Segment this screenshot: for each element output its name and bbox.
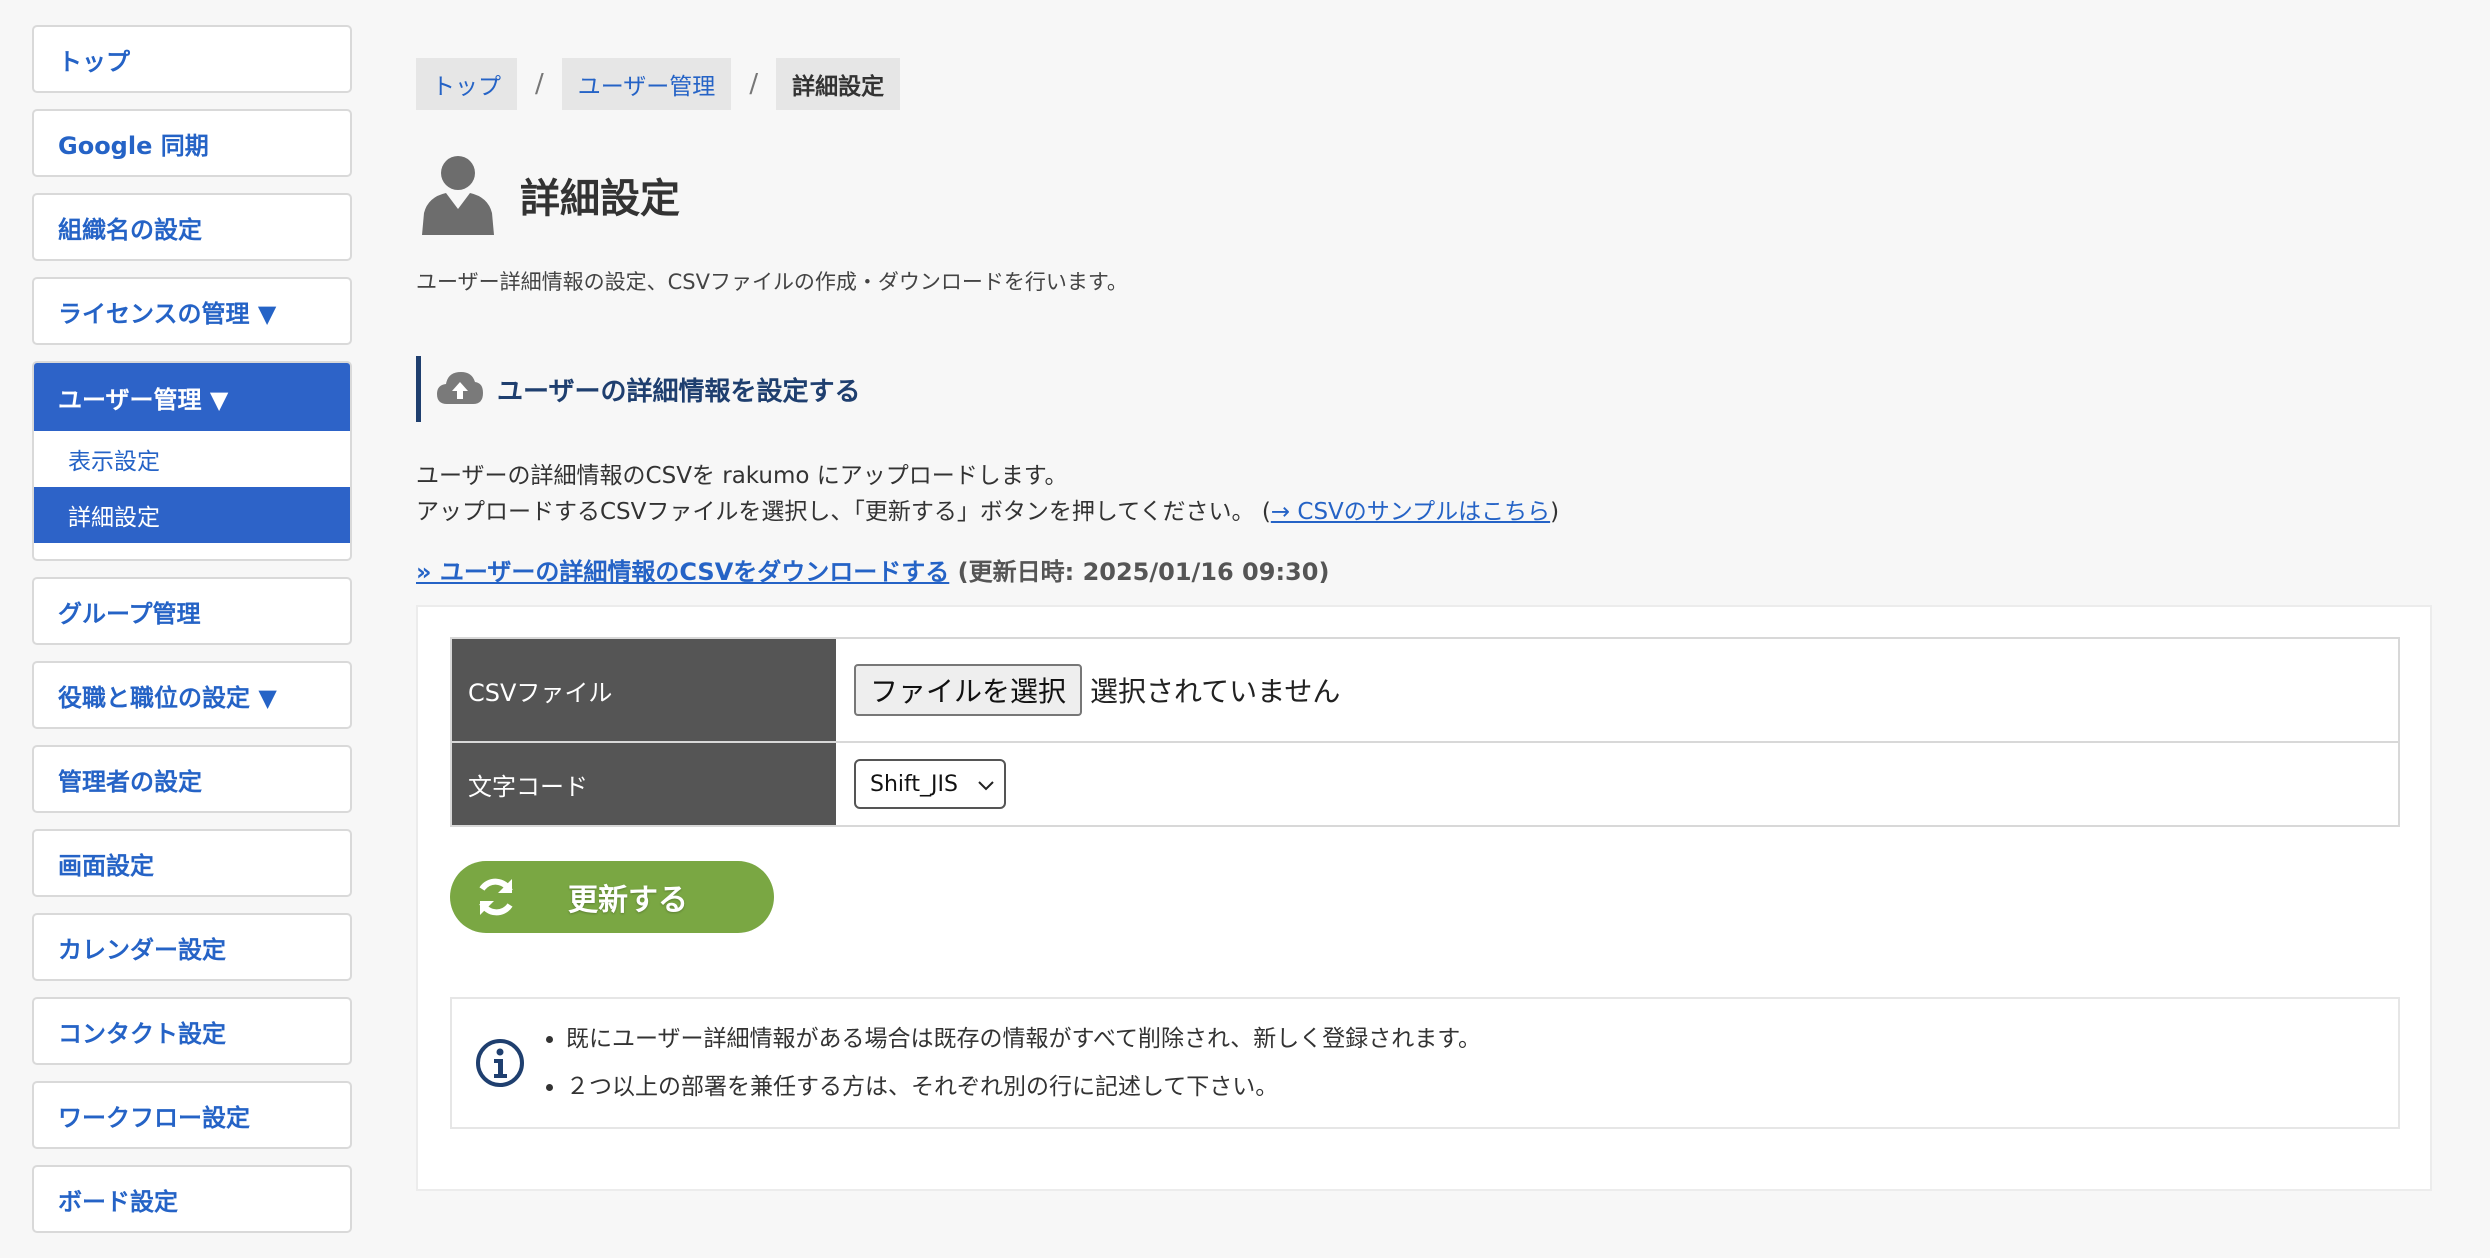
info-note: 既にユーザー詳細情報がある場合は既存の情報がすべて削除され、新しく登録されます。… [450, 997, 2400, 1129]
breadcrumb-current: 詳細設定 [776, 58, 901, 110]
sidebar-item-groups[interactable]: グループ管理 [32, 577, 352, 645]
sidebar-item-contact[interactable]: コンタクト設定 [32, 997, 352, 1065]
sidebar-item-org-name[interactable]: 組織名の設定 [32, 193, 352, 261]
user-silhouette-icon [416, 151, 500, 239]
breadcrumb-user-management[interactable]: ユーザー管理 [561, 58, 732, 110]
update-button[interactable]: 更新する [450, 861, 774, 933]
section-title: ユーザーの詳細情報を設定する [497, 376, 861, 407]
page-description: ユーザー詳細情報の設定、CSVファイルの作成・ダウンロードを行います。 [416, 270, 1128, 294]
sidebar-item-license[interactable]: ライセンスの管理 ▼ [32, 277, 352, 345]
page-header: 詳細設定 [416, 150, 2432, 240]
instruction-line-1: ユーザーの詳細情報のCSVを rakumo にアップロードします。 [416, 463, 1068, 489]
encoding-select[interactable]: Shift_JIS [854, 759, 1006, 809]
sidebar-group-user-management: ユーザー管理 ▼ 表示設定 詳細設定 [32, 361, 352, 561]
sidebar-nav: トップ Google 同期 組織名の設定 ライセンスの管理 ▼ ユーザー管理 ▼… [32, 25, 352, 1249]
encoding-row: 文字コード Shift_JIS [452, 741, 2398, 825]
csv-file-label: CSVファイル [452, 639, 836, 741]
csv-sample-link[interactable]: → CSVのサンプルはこちら [1271, 499, 1550, 525]
encoding-label: 文字コード [452, 743, 836, 825]
choose-file-button[interactable]: ファイルを選択 [854, 664, 1083, 716]
upload-form-table: CSVファイル ファイルを選択 選択されていません 文字コード Shift_JI… [450, 637, 2400, 827]
csv-download-link[interactable]: » ユーザーの詳細情報のCSVをダウンロードする [416, 558, 949, 586]
page-title: 詳細設定 [520, 176, 680, 222]
sidebar-subitem-display-settings[interactable]: 表示設定 [34, 431, 350, 487]
sidebar-item-screen[interactable]: 画面設定 [32, 829, 352, 897]
sidebar-item-user-management[interactable]: ユーザー管理 ▼ [34, 363, 350, 431]
upload-instructions: ユーザーの詳細情報のCSVを rakumo にアップロードします。 アップロード… [416, 458, 2432, 530]
main-content: トップ / ユーザー管理 / 詳細設定 詳細設定 ユーザー詳細情報の設定、CSV… [416, 58, 2432, 1191]
breadcrumb-top[interactable]: トップ [416, 58, 517, 110]
download-updated-at: (更新日時: 2025/01/16 09:30) [957, 558, 1330, 586]
sidebar-item-board[interactable]: ボード設定 [32, 1165, 352, 1233]
sidebar-item-calendar[interactable]: カレンダー設定 [32, 913, 352, 981]
file-status-text: 選択されていません [1090, 675, 1341, 708]
breadcrumb-separator: / [749, 69, 759, 99]
refresh-icon [472, 873, 520, 921]
breadcrumb-separator: / [535, 69, 544, 99]
sidebar-item-top[interactable]: トップ [32, 25, 352, 93]
sidebar-item-google-sync[interactable]: Google 同期 [32, 109, 352, 177]
update-button-label: 更新する [568, 883, 688, 918]
sidebar-item-admins[interactable]: 管理者の設定 [32, 745, 352, 813]
note-list: 既にユーザー詳細情報がある場合は既存の情報がすべて削除され、新しく登録されます。… [526, 1015, 1481, 1111]
download-row: » ユーザーの詳細情報のCSVをダウンロードする (更新日時: 2025/01/… [416, 552, 2432, 587]
note-item: 既にユーザー詳細情報がある場合は既存の情報がすべて削除され、新しく登録されます。 [566, 1015, 1481, 1063]
csv-file-row: CSVファイル ファイルを選択 選択されていません [452, 639, 2398, 741]
chevron-down-icon [978, 772, 994, 797]
sidebar-item-positions[interactable]: 役職と職位の設定 ▼ [32, 661, 352, 729]
note-item: ２つ以上の部署を兼任する方は、それぞれ別の行に記述して下さい。 [566, 1063, 1481, 1111]
upload-panel: CSVファイル ファイルを選択 選択されていません 文字コード Shift_JI… [416, 605, 2432, 1191]
sidebar-subitem-detail-settings[interactable]: 詳細設定 [34, 487, 350, 543]
sidebar-item-workflow[interactable]: ワークフロー設定 [32, 1081, 352, 1149]
info-icon [474, 1037, 526, 1089]
instruction-line-2: アップロードするCSVファイルを選択し、「更新する」ボタンを押してください。 (… [416, 499, 1560, 525]
cloud-upload-icon [435, 368, 485, 410]
breadcrumb: トップ / ユーザー管理 / 詳細設定 [416, 58, 2432, 110]
section-heading: ユーザーの詳細情報を設定する [416, 356, 2432, 422]
